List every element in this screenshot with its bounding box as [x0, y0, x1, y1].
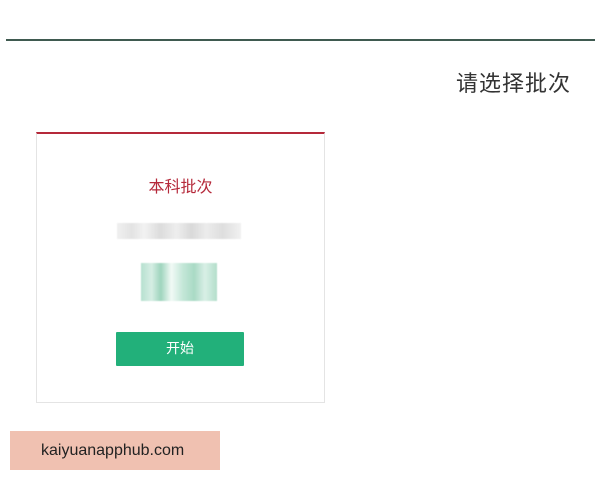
- page: 请选择批次 本科批次 开始 kaiyuanapphub.com: [0, 0, 600, 480]
- batch-title: 本科批次: [148, 177, 213, 196]
- blurred-status-badge: [141, 263, 217, 301]
- header-divider: [6, 39, 595, 41]
- start-button[interactable]: 开始: [116, 332, 244, 366]
- batch-card: 本科批次 开始: [36, 132, 325, 403]
- page-title: 请选择批次: [455, 72, 571, 97]
- watermark-label: kaiyuanapphub.com: [10, 431, 220, 470]
- blurred-description: [117, 223, 241, 239]
